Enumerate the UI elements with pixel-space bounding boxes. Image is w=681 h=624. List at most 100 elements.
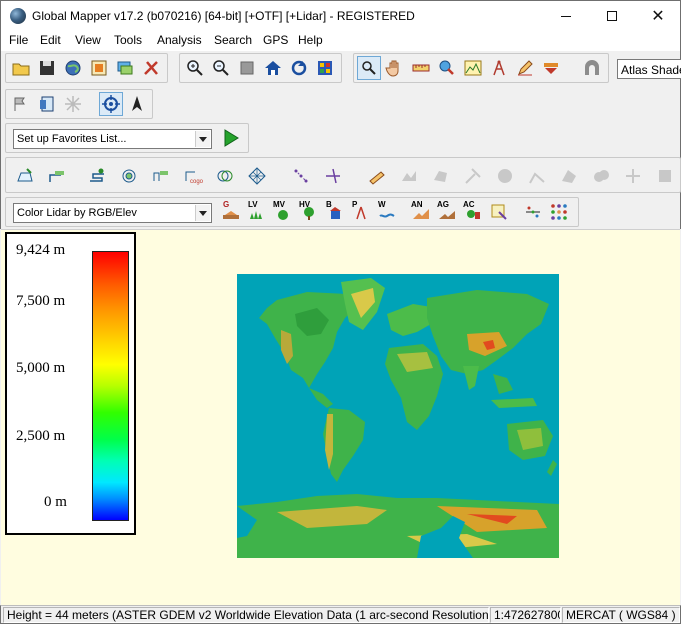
grid-button[interactable] xyxy=(243,162,271,190)
lidar-low-veg-button[interactable]: LV xyxy=(245,200,269,224)
config-button[interactable] xyxy=(113,56,137,80)
home-button[interactable] xyxy=(261,56,285,80)
vertex-button[interactable] xyxy=(287,162,315,190)
play-icon xyxy=(224,129,239,147)
measure-tool-button[interactable] xyxy=(409,56,433,80)
status-scale: 1:472627800 xyxy=(490,607,561,623)
auto-classify-noise-button[interactable]: AN xyxy=(409,200,433,224)
toolbar-row-1: Atlas Shader xyxy=(0,51,681,87)
zoom-tool-button[interactable] xyxy=(357,56,381,80)
layout-button[interactable] xyxy=(35,92,59,116)
3d-path-button[interactable] xyxy=(539,56,563,80)
menu-tools[interactable]: Tools xyxy=(114,33,142,47)
minimize-button[interactable] xyxy=(543,1,589,31)
menu-edit[interactable]: Edit xyxy=(40,33,61,47)
select-points-icon xyxy=(491,204,507,220)
run-favorite-button[interactable] xyxy=(219,126,243,150)
disabled-tool-7[interactable] xyxy=(587,162,615,190)
lidar-water-button[interactable]: W xyxy=(375,200,399,224)
lidar-building-button[interactable]: B xyxy=(323,200,347,224)
zoom-out-button[interactable] xyxy=(209,56,233,80)
menu-analysis[interactable]: Analysis xyxy=(157,33,202,47)
create-area-button[interactable] xyxy=(11,162,39,190)
auto-classify-ground-button[interactable]: AG xyxy=(435,200,459,224)
save-button[interactable] xyxy=(35,56,59,80)
view-shed-button[interactable] xyxy=(487,56,511,80)
lidar-colorize-button[interactable] xyxy=(547,200,571,224)
disabled-tool-4[interactable] xyxy=(491,162,519,190)
3d-view-button[interactable] xyxy=(580,56,604,80)
close-button[interactable]: ✕ xyxy=(635,1,681,31)
disabled-terrain-icon xyxy=(402,171,416,181)
arch-icon xyxy=(585,60,599,75)
online-data-button[interactable] xyxy=(61,56,85,80)
sparkle-button[interactable] xyxy=(61,92,85,116)
lidar-breakline-button[interactable] xyxy=(521,200,545,224)
ruler-icon xyxy=(412,64,430,72)
disabled-edit-icon xyxy=(465,168,481,184)
edit-line-button[interactable] xyxy=(363,162,391,190)
terrain-paint-button[interactable] xyxy=(147,162,175,190)
full-view-button[interactable] xyxy=(235,56,259,80)
contour-button[interactable] xyxy=(115,162,143,190)
disabled-tool-8[interactable] xyxy=(619,162,647,190)
north-arrow-button[interactable] xyxy=(125,92,149,116)
maximize-icon xyxy=(607,11,617,21)
buffer-button[interactable] xyxy=(83,162,111,190)
menu-file[interactable]: File xyxy=(9,33,28,47)
shader-select[interactable]: Atlas Shader xyxy=(617,59,681,79)
toolbar-row-5: Color Lidar by RGB/Elev G LV MV HV B P W… xyxy=(0,195,681,229)
intersect-button[interactable] xyxy=(211,162,239,190)
open-folder-button[interactable] xyxy=(9,56,33,80)
file-toolbar xyxy=(5,53,168,83)
tool-toolbar xyxy=(5,89,153,119)
status-projection: MERCAT ( WGS84 ) xyxy=(562,607,680,623)
tools-button[interactable] xyxy=(139,56,163,80)
maximize-button[interactable] xyxy=(589,1,635,31)
menu-help[interactable]: Help xyxy=(298,33,323,47)
disabled-tool-1[interactable] xyxy=(395,162,423,190)
disabled-cloud-icon xyxy=(594,170,609,182)
home-icon xyxy=(265,61,281,75)
menu-search[interactable]: Search xyxy=(214,33,252,47)
lidar-toolbar: Color Lidar by RGB/Elev G LV MV HV B P W… xyxy=(5,197,579,227)
create-line-button[interactable] xyxy=(43,162,71,190)
favorites-select[interactable]: Set up Favorites List... xyxy=(13,129,212,149)
digitizer-button[interactable] xyxy=(513,56,537,80)
window-title: Global Mapper v17.2 (b070216) [64-bit] [… xyxy=(32,9,415,23)
lidar-powerline-button[interactable]: P xyxy=(349,200,373,224)
line-tool-button[interactable] xyxy=(9,92,33,116)
overview-button[interactable] xyxy=(313,56,337,80)
svg-text:cogo: cogo xyxy=(190,179,203,185)
split-button[interactable] xyxy=(319,162,347,190)
menu-gps[interactable]: GPS xyxy=(263,33,288,47)
disabled-tool-2[interactable] xyxy=(427,162,455,190)
feature-info-button[interactable] xyxy=(435,56,459,80)
lidar-ground-button[interactable]: G xyxy=(219,200,243,224)
grid-view-icon xyxy=(318,61,332,75)
path-profile-button[interactable] xyxy=(461,56,485,80)
lidar-select-button[interactable] xyxy=(487,200,511,224)
control-center-button[interactable] xyxy=(87,56,111,80)
pencil-icon xyxy=(518,60,533,76)
gps-center-button[interactable] xyxy=(99,92,123,116)
menu-view[interactable]: View xyxy=(75,33,101,47)
disabled-tool-3[interactable] xyxy=(459,162,487,190)
pan-tool-button[interactable] xyxy=(383,56,407,80)
disabled-tool-9[interactable] xyxy=(651,162,679,190)
disabled-arrows-icon xyxy=(626,169,640,183)
lidar-color-select[interactable]: Color Lidar by RGB/Elev xyxy=(13,203,212,223)
minimize-icon xyxy=(561,15,571,17)
auto-classify-nonground-button[interactable]: AC xyxy=(461,200,485,224)
world-elevation-map[interactable] xyxy=(237,274,559,558)
cogo-button[interactable]: cogo xyxy=(179,162,207,190)
lidar-med-veg-button[interactable]: MV xyxy=(271,200,295,224)
zoom-in-button[interactable] xyxy=(183,56,207,80)
lidar-high-veg-button[interactable]: HV xyxy=(297,200,321,224)
status-message: Height = 44 meters (ASTER GDEM v2 Worldw… xyxy=(3,607,489,623)
disabled-tool-6[interactable] xyxy=(555,162,583,190)
disabled-tool-5[interactable] xyxy=(523,162,551,190)
refresh-button[interactable] xyxy=(287,56,311,80)
elevation-color-ramp xyxy=(92,251,129,521)
lidar-powerline-label: P xyxy=(352,200,358,209)
